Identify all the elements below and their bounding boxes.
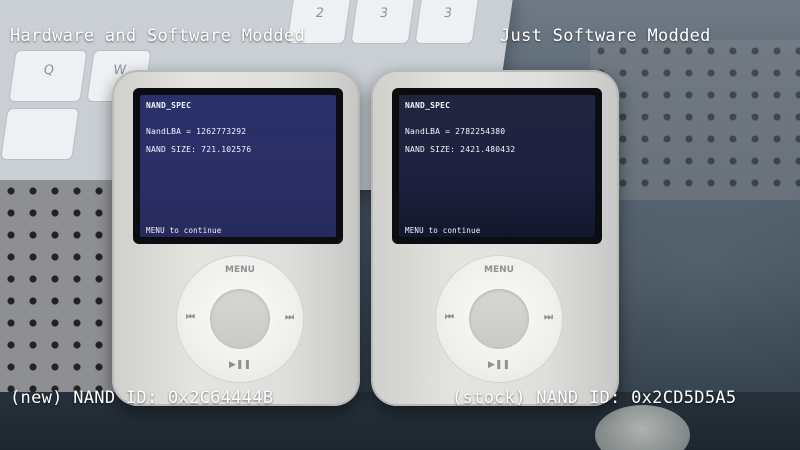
ipod-screen: NAND_SPEC NandLBA = 2782254380 NAND SIZE… [399,95,595,237]
continue-prompt: MENU to continue [405,226,481,235]
photo-scene: 2 3 3 Q W NAND_SPEC NandLBA = 1262773292… [0,0,800,450]
ipod-nano-right: NAND_SPEC NandLBA = 2782254380 NAND SIZE… [371,70,619,406]
center-button[interactable] [469,289,529,349]
click-wheel[interactable]: MENU ⏮ ⏭ ▶❚❚ [176,255,304,383]
screen-bezel: NAND_SPEC NandLBA = 2782254380 NAND SIZE… [392,88,602,244]
menu-button[interactable]: MENU [435,265,563,275]
play-pause-icon[interactable]: ▶❚❚ [435,360,563,370]
left-nand-id-label: (new) NAND ID: 0x2C64444B [10,388,274,408]
keyboard-key: 3 [350,0,416,44]
center-button[interactable] [210,289,270,349]
click-wheel[interactable]: MENU ⏮ ⏭ ▶❚❚ [435,255,563,383]
screen-title: NAND_SPEC [405,101,451,110]
right-device-caption: Just Software Modded [500,26,711,46]
pegboard-background-right [590,40,800,200]
nand-lba-readout: NandLBA = 2782254380 [405,127,506,136]
previous-track-icon[interactable]: ⏮ [445,312,454,323]
keyboard-key: 3 [414,0,480,44]
next-track-icon[interactable]: ⏭ [544,312,553,323]
nand-lba-readout: NandLBA = 1262773292 [146,127,247,136]
screen-bezel: NAND_SPEC NandLBA = 1262773292 NAND SIZE… [133,88,343,244]
continue-prompt: MENU to continue [146,226,222,235]
keyboard-key [0,108,80,160]
screen-title: NAND_SPEC [146,101,192,110]
next-track-icon[interactable]: ⏭ [285,312,294,323]
nand-size-readout: NAND SIZE: 2421.480432 [405,145,516,154]
previous-track-icon[interactable]: ⏮ [186,312,195,323]
pegboard-background-left [0,180,130,400]
right-nand-id-label: (stock) NAND ID: 0x2CD5D5A5 [452,388,737,408]
left-device-caption: Hardware and Software Modded [10,26,305,46]
keyboard-key: Q [8,50,88,102]
menu-button[interactable]: MENU [176,265,304,275]
ipod-screen: NAND_SPEC NandLBA = 1262773292 NAND SIZE… [140,95,336,237]
ipod-nano-left: NAND_SPEC NandLBA = 1262773292 NAND SIZE… [112,70,360,406]
nand-size-readout: NAND SIZE: 721.102576 [146,145,252,154]
play-pause-icon[interactable]: ▶❚❚ [176,360,304,370]
